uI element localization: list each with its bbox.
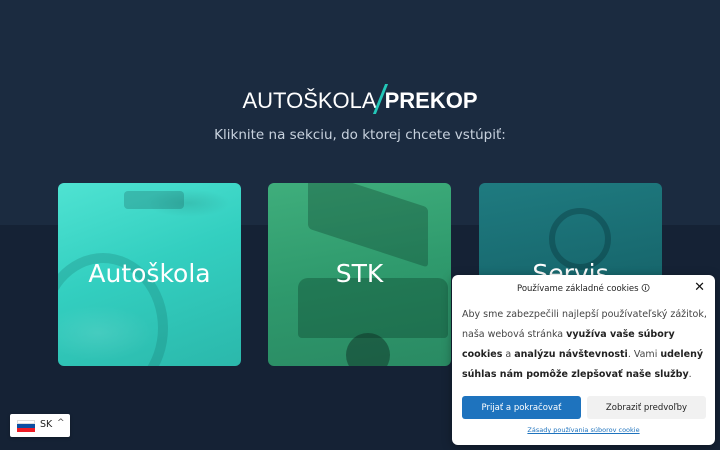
section-card-autoskola[interactable]: Autoškola [58, 183, 241, 366]
page-subtitle: Kliknite na sekciu, do ktorej chcete vst… [214, 127, 506, 143]
accept-cookies-button[interactable]: Prijať a pokračovať [462, 396, 581, 419]
language-switcher[interactable]: SK ^ [10, 414, 70, 437]
language-code: SK [40, 419, 53, 430]
section-card-label: Autoškola [88, 259, 211, 288]
chevron-up-icon: ^ [57, 418, 65, 428]
section-card-label: STK [335, 259, 384, 288]
cookie-text-bold: analýzu návštevnosti [514, 349, 628, 360]
site-logo[interactable]: AUTOŠKOLA PREKOP [0, 84, 720, 114]
cookie-dialog-title: Používame základné cookies 🛈 [517, 284, 650, 294]
logo-text-prekop: PREKOP [384, 88, 478, 113]
cookie-dialog-text: Aby sme zabezpečili najlepší používateľs… [462, 305, 707, 385]
cookie-consent-dialog: Používame základné cookies 🛈 ✕ Aby sme z… [452, 275, 715, 445]
cookie-text-part: . Vami [627, 349, 661, 360]
close-icon[interactable]: ✕ [694, 280, 705, 295]
rearview-mirror-shape [124, 191, 184, 209]
slovakia-flag-icon [17, 420, 35, 432]
cookie-text-part: a [502, 349, 515, 360]
logo-text-autoskola: AUTOŠKOLA [242, 88, 377, 113]
cookie-text-part: . [688, 369, 692, 380]
section-card-stk[interactable]: STK [268, 183, 451, 366]
view-preferences-button[interactable]: Zobraziť predvoľby [587, 396, 706, 419]
cookie-policy-link[interactable]: Zásady používania súborov cookie [452, 426, 715, 434]
